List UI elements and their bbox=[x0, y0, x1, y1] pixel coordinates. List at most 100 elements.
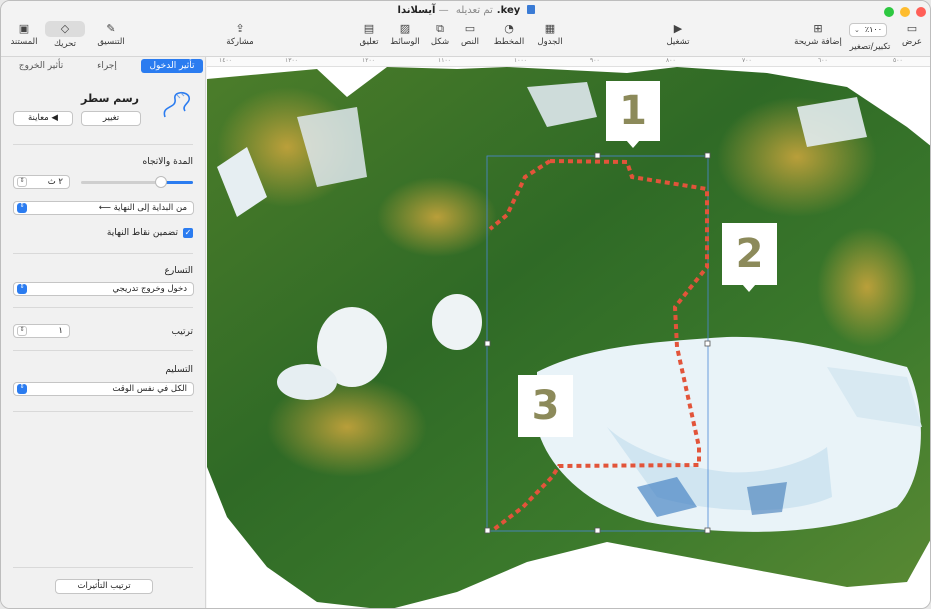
ruler-tick: ٩٠٠ bbox=[590, 57, 600, 64]
duration-stepper[interactable]: ⇕ ٢ ث bbox=[13, 175, 70, 189]
ruler-tick: ٧٠٠ bbox=[742, 57, 752, 64]
ruler-tick: ٨٠٠ bbox=[666, 57, 676, 64]
document-icon: ▣ bbox=[18, 22, 30, 35]
stepper-icon: ⇕ bbox=[17, 177, 27, 187]
shape-button[interactable]: ⧉ شكل bbox=[428, 22, 452, 48]
change-effect-button[interactable]: تغيير bbox=[81, 111, 141, 126]
delivery-heading: التسليم bbox=[165, 365, 193, 375]
stepper-icon: ⇕ bbox=[17, 284, 27, 294]
direction-select[interactable]: ⇕ ⟵ من البداية إلى النهاية bbox=[13, 201, 194, 215]
direction-value: ⟵ من البداية إلى النهاية bbox=[98, 203, 187, 213]
zoom-value: ٪١٠٠ bbox=[864, 25, 882, 34]
media-label: الوسائط bbox=[390, 37, 420, 47]
preview-button[interactable]: معاينة ◀ bbox=[13, 111, 73, 126]
callout-number: 1 bbox=[619, 88, 647, 134]
duration-heading: المدة والاتجاه bbox=[142, 157, 194, 167]
tab-build-out[interactable]: تأثير الخروج bbox=[9, 59, 73, 73]
paintbrush-icon: ✎ bbox=[106, 22, 116, 35]
duration-value: ٢ ث bbox=[47, 177, 63, 187]
share-label: مشاركة bbox=[226, 37, 254, 47]
table-icon: ▦ bbox=[544, 22, 556, 35]
duration-slider-knob[interactable] bbox=[155, 176, 167, 188]
animate-label: تحريك bbox=[53, 39, 77, 49]
ruler-tick: ١٢٠٠ bbox=[362, 57, 375, 64]
divider bbox=[13, 350, 193, 351]
tab-build-in[interactable]: تأثير الدخول bbox=[141, 59, 203, 73]
callout-2[interactable]: 2 bbox=[722, 223, 777, 292]
divider bbox=[13, 411, 193, 412]
shape-icon: ⧉ bbox=[436, 22, 444, 35]
zoom-label-button[interactable]: تكبير/تصغير bbox=[847, 42, 893, 52]
text-box-icon: ▭ bbox=[464, 22, 476, 35]
shape-label: شكل bbox=[430, 37, 450, 47]
text-label: النص bbox=[461, 37, 479, 47]
order-label: ترتيب bbox=[171, 327, 193, 337]
callout-pointer bbox=[626, 140, 640, 148]
zoom-select[interactable]: ⌄ ٪١٠٠ bbox=[849, 23, 887, 37]
callout-1[interactable]: 1 bbox=[606, 81, 660, 148]
comment-label: تعليق bbox=[359, 37, 379, 47]
horizontal-ruler: ١٤٠٠ ١٣٠٠ ١٢٠٠ ١١٠٠ ١٠٠٠ ٩٠٠ ٨٠٠ ٧٠٠ ٦٠٠… bbox=[207, 57, 930, 67]
format-button[interactable]: ✎ التنسيق bbox=[91, 22, 131, 48]
ruler-tick: ١١٠٠ bbox=[438, 57, 451, 64]
plus-square-icon: ⊞ bbox=[813, 22, 823, 35]
window-title: تم تعديله — آيسلاندا.key bbox=[1, 5, 930, 16]
resize-handle[interactable] bbox=[484, 527, 491, 534]
ruler-tick: ١٣٠٠ bbox=[285, 57, 298, 64]
delivery-select[interactable]: ⇕ الكل في نفس الوقت bbox=[13, 382, 194, 396]
selection-and-path-overlay bbox=[484, 152, 711, 534]
divider bbox=[13, 307, 193, 308]
document-status: تم تعديله bbox=[455, 5, 493, 16]
ruler-tick: ١٠٠٠ bbox=[514, 57, 527, 64]
animated-path-line bbox=[488, 159, 709, 532]
table-button[interactable]: ▦ الجدول bbox=[534, 22, 566, 48]
acceleration-select[interactable]: ⇕ دخول وخروج تدريجي bbox=[13, 282, 194, 296]
divider bbox=[13, 253, 193, 254]
build-order-button[interactable]: ترتيب التأثيرات bbox=[55, 579, 153, 594]
delivery-value: الكل في نفس الوقت bbox=[112, 384, 187, 394]
play-button[interactable]: ▶ تشغيل bbox=[661, 23, 695, 48]
include-endpoints-checkbox[interactable]: ✓ bbox=[183, 228, 193, 238]
line-draw-effect-icon bbox=[163, 91, 191, 118]
resize-handle[interactable] bbox=[704, 527, 711, 534]
share-button[interactable]: ⇪ مشاركة bbox=[225, 22, 255, 48]
effect-name: رسم سطر bbox=[81, 92, 139, 105]
add-slide-button[interactable]: ⊞ إضافة شريحة bbox=[793, 22, 843, 48]
ruler-tick: ٦٠٠ bbox=[818, 57, 828, 64]
document-label: المستند bbox=[10, 37, 38, 47]
diamond-icon: ◇ bbox=[45, 21, 85, 37]
animate-button[interactable]: ◇ تحريك bbox=[43, 21, 87, 49]
format-label: التنسيق bbox=[97, 37, 125, 47]
resize-handle[interactable] bbox=[704, 152, 711, 159]
ruler-tick: ٥٠٠ bbox=[893, 57, 903, 64]
resize-handle[interactable] bbox=[484, 340, 491, 347]
resize-handle[interactable] bbox=[594, 152, 601, 159]
comment-button[interactable]: ▤ تعليق bbox=[355, 23, 383, 48]
order-stepper[interactable]: ⇕ ١ bbox=[13, 324, 70, 338]
include-endpoints-label: تضمين نقاط النهاية bbox=[106, 228, 178, 238]
ruler-tick: ١٤٠٠ bbox=[219, 57, 232, 64]
chart-icon: ◔ bbox=[504, 22, 514, 35]
chart-label: المخطط bbox=[493, 37, 525, 47]
tab-action[interactable]: إجراء bbox=[77, 59, 137, 73]
slide-canvas[interactable]: ١٤٠٠ ١٣٠٠ ١٢٠٠ ١١٠٠ ١٠٠٠ ٩٠٠ ٨٠٠ ٧٠٠ ٦٠٠… bbox=[207, 57, 930, 608]
view-button[interactable]: ▭ عرض bbox=[899, 23, 925, 48]
resize-handle[interactable] bbox=[594, 527, 601, 534]
chart-button[interactable]: ◔ المخطط bbox=[493, 22, 525, 48]
chevron-down-icon: ⌄ bbox=[854, 26, 860, 34]
share-icon: ⇪ bbox=[235, 22, 245, 35]
stepper-icon: ⇕ bbox=[17, 384, 27, 394]
callout-3[interactable]: 3 bbox=[518, 375, 573, 437]
document-button[interactable]: ▣ المستند bbox=[7, 22, 41, 48]
duration-slider[interactable] bbox=[81, 176, 193, 188]
resize-handle[interactable] bbox=[704, 340, 711, 347]
table-label: الجدول bbox=[537, 37, 563, 47]
media-button[interactable]: ▨ الوسائط bbox=[388, 23, 422, 48]
stepper-icon: ⇕ bbox=[17, 326, 27, 336]
order-value: ١ bbox=[58, 326, 63, 336]
text-button[interactable]: ▭ النص bbox=[457, 22, 483, 48]
title-separator: — bbox=[438, 5, 449, 16]
divider bbox=[13, 567, 193, 568]
add-slide-label: إضافة شريحة bbox=[794, 37, 842, 47]
zoom-label: تكبير/تصغير bbox=[849, 42, 891, 52]
